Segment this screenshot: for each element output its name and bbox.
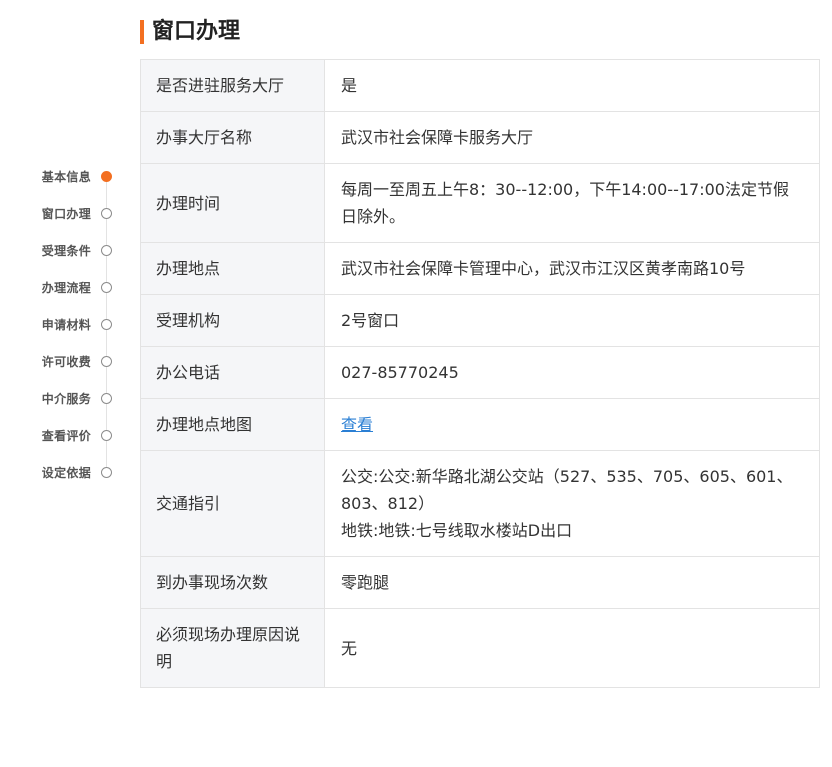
title-accent-bar — [140, 20, 144, 44]
row-value: 武汉市社会保障卡管理中心，武汉市江汉区黄孝南路10号 — [324, 242, 820, 295]
nav-dot-icon — [101, 430, 112, 441]
nav-item-label: 查看评价 — [41, 429, 91, 443]
nav-item-process[interactable]: 办理流程 — [0, 278, 140, 298]
table-row: 办理时间 每周一至周五上午8：30--12:00，下午14:00--17:00法… — [140, 163, 820, 243]
nav-dot-icon — [101, 282, 112, 293]
table-row: 是否进驻服务大厅 是 — [140, 59, 820, 112]
nav-item-label: 设定依据 — [41, 466, 91, 480]
row-label: 是否进驻服务大厅 — [140, 59, 325, 112]
nav-dot-icon — [101, 245, 112, 256]
row-value: 每周一至周五上午8：30--12:00，下午14:00--17:00法定节假日除… — [324, 163, 820, 243]
nav-item-label: 许可收费 — [41, 355, 91, 369]
table-row: 到办事现场次数 零跑腿 — [140, 556, 820, 609]
table-row: 办理地点 武汉市社会保障卡管理中心，武汉市江汉区黄孝南路10号 — [140, 242, 820, 295]
nav-item-materials[interactable]: 申请材料 — [0, 315, 140, 335]
side-navigation: 基本信息 窗口办理 受理条件 办理流程 申请材料 许可收费 中介服务 查看评价 … — [0, 0, 140, 767]
nav-item-label: 窗口办理 — [41, 207, 91, 221]
nav-item-label: 受理条件 — [41, 244, 91, 258]
row-label: 办理地点 — [140, 242, 325, 295]
nav-item-label: 申请材料 — [41, 318, 91, 332]
view-map-link[interactable]: 查看 — [341, 415, 373, 434]
nav-item-intermediary[interactable]: 中介服务 — [0, 389, 140, 409]
nav-item-window-handling[interactable]: 窗口办理 — [0, 204, 140, 224]
row-label: 办公电话 — [140, 346, 325, 399]
nav-item-fees[interactable]: 许可收费 — [0, 352, 140, 372]
row-value: 无 — [324, 608, 820, 688]
bus-guide-text: 公交:公交:新华路北湖公交站（527、535、705、605、601、803、8… — [341, 467, 793, 513]
row-value: 2号窗口 — [324, 294, 820, 347]
nav-dot-active-icon — [101, 171, 112, 182]
nav-item-reviews[interactable]: 查看评价 — [0, 426, 140, 446]
nav-item-label: 办理流程 — [41, 281, 91, 295]
section-title: 窗口办理 — [152, 19, 241, 44]
nav-item-acceptance-conditions[interactable]: 受理条件 — [0, 241, 140, 261]
nav-dot-icon — [101, 319, 112, 330]
table-row: 办公电话 027-85770245 — [140, 346, 820, 399]
table-row: 必须现场办理原因说明 无 — [140, 608, 820, 688]
nav-dot-icon — [101, 208, 112, 219]
row-value: 公交:公交:新华路北湖公交站（527、535、705、605、601、803、8… — [324, 450, 820, 557]
row-label: 办事大厅名称 — [140, 111, 325, 164]
window-handling-table: 是否进驻服务大厅 是 办事大厅名称 武汉市社会保障卡服务大厅 办理时间 每周一至… — [140, 59, 820, 688]
row-label: 交通指引 — [140, 450, 325, 557]
row-label: 必须现场办理原因说明 — [140, 608, 325, 688]
row-value: 零跑腿 — [324, 556, 820, 609]
nav-dot-icon — [101, 467, 112, 478]
row-value: 027-85770245 — [324, 346, 820, 399]
row-label: 到办事现场次数 — [140, 556, 325, 609]
table-row: 办事大厅名称 武汉市社会保障卡服务大厅 — [140, 111, 820, 164]
nav-item-label: 中介服务 — [41, 392, 91, 406]
nav-item-label: 基本信息 — [41, 170, 91, 184]
table-row: 受理机构 2号窗口 — [140, 294, 820, 347]
table-row: 交通指引 公交:公交:新华路北湖公交站（527、535、705、605、601、… — [140, 450, 820, 557]
nav-item-legal-basis[interactable]: 设定依据 — [0, 463, 140, 483]
nav-dot-icon — [101, 356, 112, 367]
metro-guide-text: 地铁:地铁:七号线取水楼站D出口 — [341, 521, 573, 540]
row-label: 受理机构 — [140, 294, 325, 347]
row-value: 查看 — [324, 398, 820, 451]
row-value: 武汉市社会保障卡服务大厅 — [324, 111, 820, 164]
nav-item-basic-info[interactable]: 基本信息 — [0, 167, 140, 187]
table-row: 办理地点地图 查看 — [140, 398, 820, 451]
row-label: 办理地点地图 — [140, 398, 325, 451]
row-label: 办理时间 — [140, 163, 325, 243]
nav-dot-icon — [101, 393, 112, 404]
row-value: 是 — [324, 59, 820, 112]
